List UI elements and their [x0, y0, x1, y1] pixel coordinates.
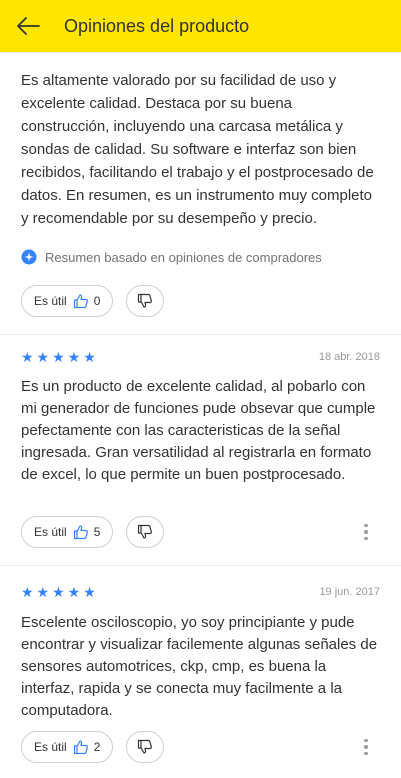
arrow-left-icon [17, 17, 40, 35]
summary-note: Resumen basado en opiniones de comprador… [21, 249, 322, 265]
thumbs-down-icon [137, 293, 152, 308]
useful-button[interactable]: Es útil 5 [21, 516, 114, 548]
top-app-bar: Opiniones del producto [0, 0, 401, 52]
not-useful-button[interactable] [126, 516, 164, 548]
thumbs-up-icon [73, 294, 88, 309]
thumbs-up-icon [73, 525, 88, 540]
summary-text: Es altamente valorado por su facilidad d… [21, 72, 374, 227]
more-options-icon[interactable] [356, 733, 376, 761]
review-date: 19 jun. 2017 [319, 586, 380, 598]
useful-count: 0 [93, 294, 101, 308]
star-icon: ★★★★★ [21, 349, 99, 365]
useful-button[interactable]: Es útil 0 [21, 285, 114, 317]
divider [0, 334, 401, 335]
page-title: Opiniones del producto [64, 15, 250, 36]
more-options-icon[interactable] [356, 518, 376, 546]
back-button[interactable] [0, 0, 56, 52]
ai-sparkle-icon [21, 249, 37, 265]
not-useful-button[interactable] [126, 731, 164, 763]
useful-label: Es útil [34, 525, 67, 539]
divider [0, 565, 401, 566]
useful-label: Es útil [34, 740, 67, 754]
useful-label: Es útil [34, 294, 67, 308]
star-rating: ★★★★★ [21, 585, 99, 599]
review-date: 18 abr. 2018 [318, 351, 380, 363]
star-rating: ★★★★★ [21, 350, 99, 364]
thumbs-up-icon [73, 740, 88, 755]
not-useful-button[interactable] [126, 285, 164, 317]
star-icon: ★★★★★ [21, 584, 99, 600]
useful-button[interactable]: Es útil 2 [21, 731, 114, 763]
thumbs-down-icon [137, 524, 152, 539]
review-text: Es un producto de excelente calidad, al … [21, 378, 376, 483]
useful-count: 2 [93, 740, 101, 754]
useful-count: 5 [93, 525, 101, 539]
thumbs-down-icon [137, 739, 152, 754]
summary-note-label: Resumen basado en opiniones de comprador… [45, 249, 322, 265]
review-text: Escelente osciloscopio, yo soy principia… [21, 614, 378, 719]
